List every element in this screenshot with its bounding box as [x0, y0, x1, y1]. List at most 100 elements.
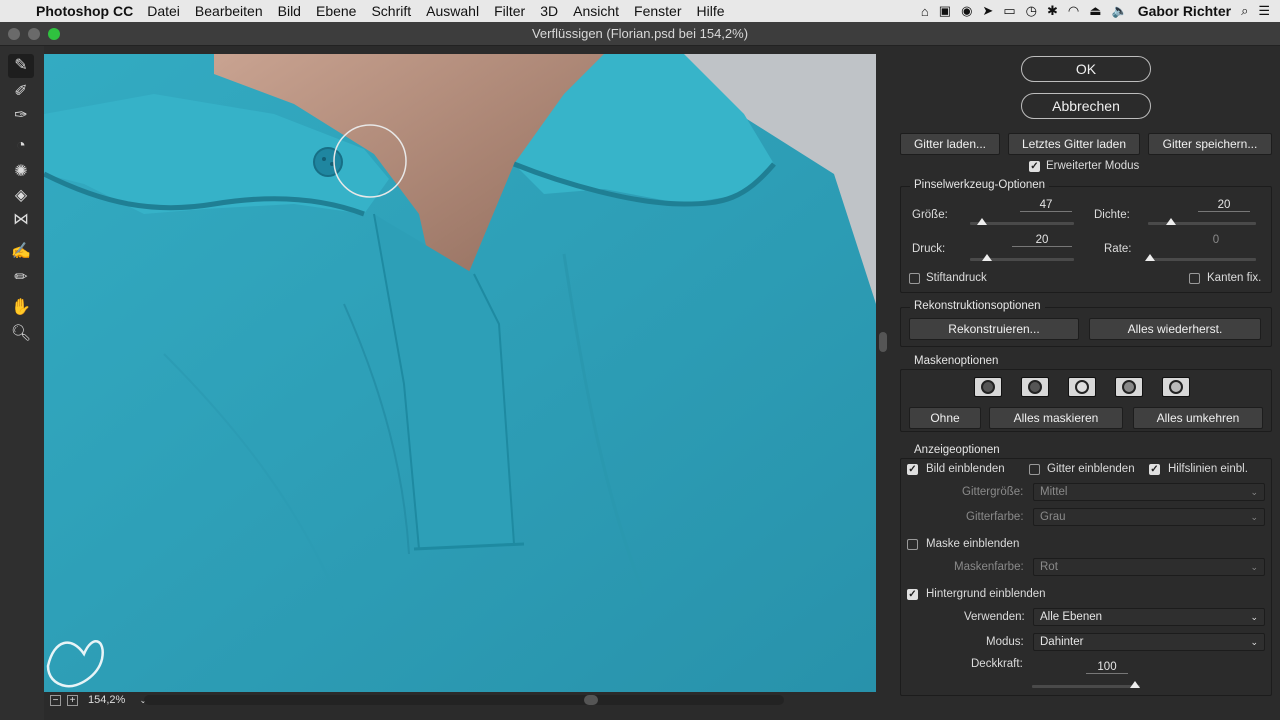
load-last-mesh-button[interactable]: Letztes Gitter laden	[1008, 133, 1140, 155]
twirl-icon[interactable]: ◔	[8, 134, 34, 158]
menu-fenster[interactable]: Fenster	[634, 3, 681, 19]
menu-ebene[interactable]: Ebene	[316, 3, 356, 19]
invert-all-button[interactable]: Alles umkehren	[1133, 407, 1263, 429]
rate-slider-handle[interactable]	[1145, 254, 1155, 261]
menu-ansicht[interactable]: Ansicht	[573, 3, 619, 19]
user-name[interactable]: Gabor Richter	[1138, 3, 1231, 19]
push-left-icon[interactable]: ⋈	[8, 208, 34, 232]
reconstruct-button[interactable]: Rekonstruieren...	[909, 318, 1079, 340]
replace-selection-mask-icon[interactable]	[974, 377, 1002, 397]
wifi-icon[interactable]: ◠	[1068, 3, 1079, 19]
mesh-color-select[interactable]: Grau ⌄	[1033, 508, 1265, 526]
freeze-mask-icon[interactable]: ✍	[8, 240, 34, 264]
horizontal-scrollbar[interactable]	[144, 695, 784, 705]
size-slider-handle[interactable]	[977, 218, 987, 225]
vertical-scrollbar[interactable]	[876, 54, 890, 692]
view-options-title: Anzeigeoptionen	[910, 444, 1004, 456]
menu-filter[interactable]: Filter	[494, 3, 525, 19]
chevron-down-icon: ⌄	[1250, 637, 1258, 647]
menu-datei[interactable]: Datei	[147, 3, 180, 19]
drive-icon[interactable]: ▣	[939, 3, 951, 19]
intersect-selection-mask-icon[interactable]	[1115, 377, 1143, 397]
send-icon[interactable]: ➤	[982, 3, 993, 19]
home-icon[interactable]: ⌂	[921, 4, 929, 19]
mask-options-title: Maskenoptionen	[910, 355, 1003, 367]
show-mesh-label: Gitter einblenden	[1047, 463, 1135, 475]
image-canvas[interactable]	[44, 54, 876, 692]
menu-hilfe[interactable]: Hilfe	[697, 3, 725, 19]
time-machine-icon[interactable]: ◷	[1026, 3, 1037, 19]
menu-3d[interactable]: 3D	[540, 3, 558, 19]
volume-icon[interactable]: 🔈	[1112, 3, 1128, 19]
show-mask-label: Maske einblenden	[926, 538, 1020, 550]
menu-schrift[interactable]: Schrift	[371, 3, 411, 19]
menu-app-name[interactable]: Photoshop CC	[36, 3, 133, 19]
use-label: Verwenden:	[964, 611, 1025, 623]
bloat-icon[interactable]: ◈	[8, 184, 34, 208]
pin-edges-checkbox[interactable]	[1189, 273, 1200, 284]
chevron-down-icon: ⌄	[1250, 562, 1258, 572]
menu-bild[interactable]: Bild	[278, 3, 301, 19]
density-slider[interactable]	[1148, 222, 1256, 225]
size-value[interactable]: 47	[1020, 199, 1072, 212]
zoom-in-button[interactable]: +	[67, 694, 78, 706]
zoom-window-button[interactable]	[48, 28, 60, 40]
show-mask-checkbox[interactable]	[907, 539, 918, 550]
reconstruct-icon[interactable]: ✐	[8, 80, 34, 104]
hand-icon[interactable]: ✋	[8, 296, 34, 320]
use-value: Alle Ebenen	[1040, 611, 1103, 623]
smooth-icon[interactable]: ✑	[8, 104, 34, 128]
mesh-size-select[interactable]: Mittel ⌄	[1033, 483, 1265, 501]
pressure-slider-handle[interactable]	[982, 254, 992, 261]
zoom-icon[interactable]: 🔍︎	[8, 322, 34, 346]
creative-cloud-icon[interactable]: ◉	[961, 3, 972, 19]
subtract-from-selection-mask-icon[interactable]	[1068, 377, 1096, 397]
advanced-mode-checkbox[interactable]: ✓	[1029, 161, 1040, 172]
mask-color-select[interactable]: Rot ⌄	[1033, 558, 1265, 576]
spotlight-search-icon[interactable]: ⌕	[1241, 3, 1248, 19]
show-mesh-checkbox[interactable]	[1029, 464, 1040, 475]
brush-options-title: Pinselwerkzeug-Optionen	[910, 179, 1050, 191]
restore-all-button[interactable]: Alles wiederherst.	[1089, 318, 1261, 340]
rate-slider[interactable]	[1148, 258, 1256, 261]
opacity-slider-handle[interactable]	[1130, 681, 1140, 688]
menu-bearbeiten[interactable]: Bearbeiten	[195, 3, 263, 19]
pucker-icon[interactable]: ✺	[8, 160, 34, 184]
mask-none-button[interactable]: Ohne	[909, 407, 981, 429]
stylus-pressure-checkbox[interactable]	[909, 273, 920, 284]
notification-list-icon[interactable]: ☰	[1258, 3, 1270, 19]
mesh-size-label: Gittergröße:	[962, 486, 1024, 498]
mask-all-button[interactable]: Alles maskieren	[989, 407, 1123, 429]
mode-select[interactable]: Dahinter ⌄	[1033, 633, 1265, 651]
forward-warp-icon[interactable]: ✎	[8, 54, 34, 78]
opacity-slider[interactable]	[1032, 685, 1140, 688]
invert-selection-mask-icon[interactable]	[1162, 377, 1190, 397]
size-label: Größe:	[912, 209, 948, 221]
menu-auswahl[interactable]: Auswahl	[426, 3, 479, 19]
save-mesh-button[interactable]: Gitter speichern...	[1148, 133, 1272, 155]
liquify-options-panel: OK Abbrechen Gitter laden... Letztes Git…	[890, 46, 1280, 720]
cancel-button[interactable]: Abbrechen	[1021, 93, 1151, 119]
density-value[interactable]: 20	[1198, 199, 1250, 212]
minimize-window-button[interactable]	[28, 28, 40, 40]
bluetooth-icon[interactable]: ✱	[1047, 3, 1058, 19]
thaw-mask-icon[interactable]: ✏	[8, 266, 34, 290]
opacity-value[interactable]: 100	[1086, 661, 1128, 674]
rate-value[interactable]: 0	[1190, 234, 1242, 246]
use-select[interactable]: Alle Ebenen ⌄	[1033, 608, 1265, 626]
show-image-checkbox[interactable]: ✓	[907, 464, 918, 475]
rate-label: Rate:	[1104, 243, 1132, 255]
show-guides-checkbox[interactable]: ✓	[1149, 464, 1160, 475]
density-slider-handle[interactable]	[1166, 218, 1176, 225]
show-backdrop-checkbox[interactable]: ✓	[907, 589, 918, 600]
load-mesh-button[interactable]: Gitter laden...	[900, 133, 1000, 155]
battery-icon[interactable]: ▭	[1003, 3, 1015, 19]
add-to-selection-mask-icon[interactable]	[1021, 377, 1049, 397]
pressure-value[interactable]: 20	[1012, 234, 1072, 247]
mesh-color-label: Gitterfarbe:	[966, 511, 1024, 523]
close-window-button[interactable]	[8, 28, 20, 40]
zoom-out-button[interactable]: −	[50, 694, 61, 706]
eject-icon[interactable]: ⏏	[1089, 3, 1101, 19]
zoom-level[interactable]: 154,2%	[88, 694, 125, 706]
ok-button[interactable]: OK	[1021, 56, 1151, 82]
